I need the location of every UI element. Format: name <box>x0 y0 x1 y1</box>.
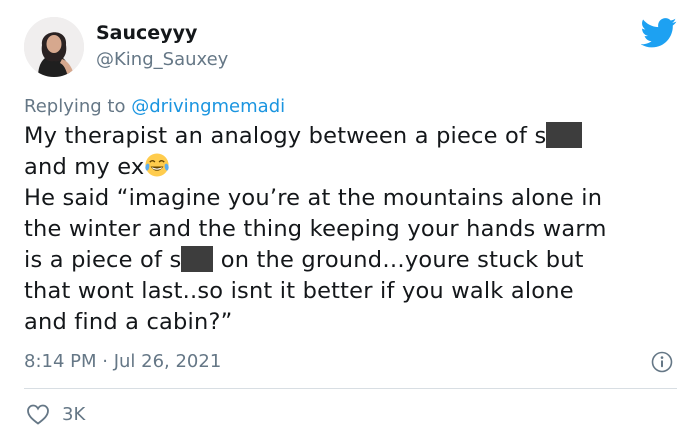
redaction-block <box>546 122 583 148</box>
redaction-block <box>181 246 214 272</box>
like-button[interactable]: 3K <box>26 401 85 427</box>
tweet-line: that wont last..so isnt it better if you… <box>24 278 574 304</box>
tweet-timestamp[interactable]: 8:14 PM · Jul 26, 2021 <box>24 351 221 372</box>
tweet-line: and find a cabin?” <box>24 309 233 335</box>
tweet-text-segment: is a piece of s <box>24 247 182 273</box>
divider <box>24 388 677 389</box>
tweet-line: My therapist an analogy between a piece … <box>24 121 689 152</box>
replying-to-label: Replying to <box>24 96 132 117</box>
tweet-line: the winter and the thing keeping your ha… <box>24 216 607 242</box>
tweet-line: and my ex <box>24 152 689 183</box>
tweet-text-segment: My therapist an analogy between a piece … <box>24 123 547 149</box>
like-count: 3K <box>62 403 86 425</box>
tweet-text: My therapist an analogy between a piece … <box>24 121 689 338</box>
tweet-text-segment: and my ex <box>24 154 145 180</box>
twitter-bird-icon[interactable] <box>641 18 677 48</box>
avatar[interactable] <box>24 17 84 77</box>
user-handle[interactable]: @King_Sauxey <box>96 49 228 70</box>
tweet-line: He said “imagine you’re at the mountains… <box>24 185 603 211</box>
tweet-text-segment: on the ground…youre stuck but <box>213 247 584 273</box>
info-icon[interactable] <box>651 351 673 373</box>
reply-mention-link[interactable]: @drivingmemadi <box>131 96 285 117</box>
display-name[interactable]: Sauceyyy <box>96 22 197 44</box>
heart-icon[interactable] <box>26 403 50 425</box>
face-with-tears-of-joy-icon <box>145 153 170 177</box>
tweet-line: is a piece of s on the ground…youre stuc… <box>24 245 689 276</box>
tweet-card: Sauceyyy @King_Sauxey Replying to @drivi… <box>0 0 700 443</box>
replying-to: Replying to @drivingmemadi <box>24 96 285 117</box>
